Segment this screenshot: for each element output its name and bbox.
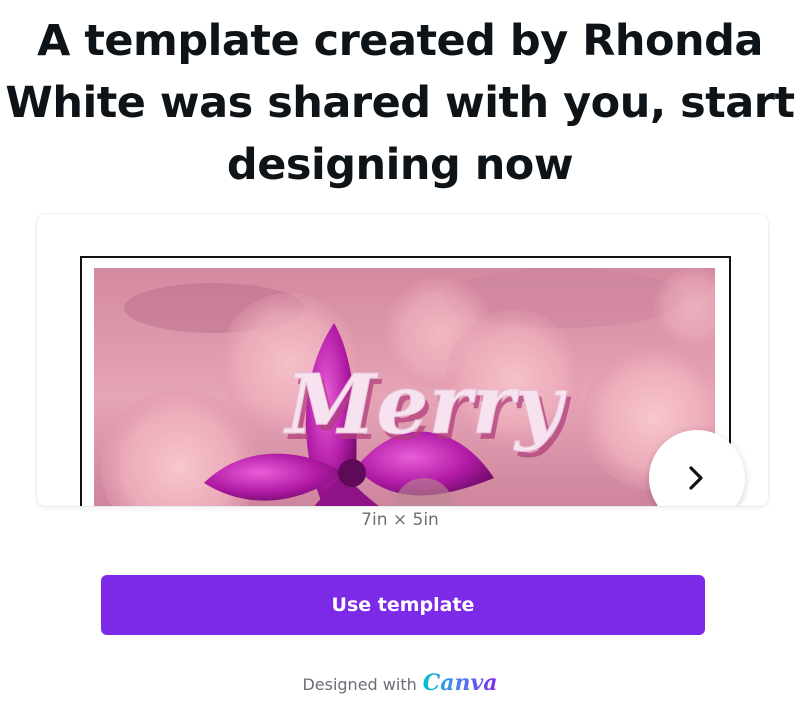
- artwork-illustration: Merry Merry: [94, 268, 715, 506]
- artwork-text: Merry: [283, 357, 568, 453]
- canva-logo[interactable]: Canva: [423, 670, 498, 696]
- template-share-page: A template created by Rhonda White was s…: [0, 0, 800, 714]
- page-title: A template created by Rhonda White was s…: [5, 16, 795, 190]
- designed-with-text: Designed with: [302, 675, 417, 694]
- chevron-right-icon: [689, 466, 703, 490]
- template-preview-card: Merry Merry: [37, 214, 768, 506]
- designed-with-footer: Designed with Canva: [0, 670, 800, 696]
- use-template-button[interactable]: Use template: [101, 575, 705, 635]
- template-artwork: Merry Merry: [94, 268, 715, 506]
- template-frame: Merry Merry: [80, 256, 731, 506]
- template-dimensions: 7in × 5in: [361, 510, 439, 530]
